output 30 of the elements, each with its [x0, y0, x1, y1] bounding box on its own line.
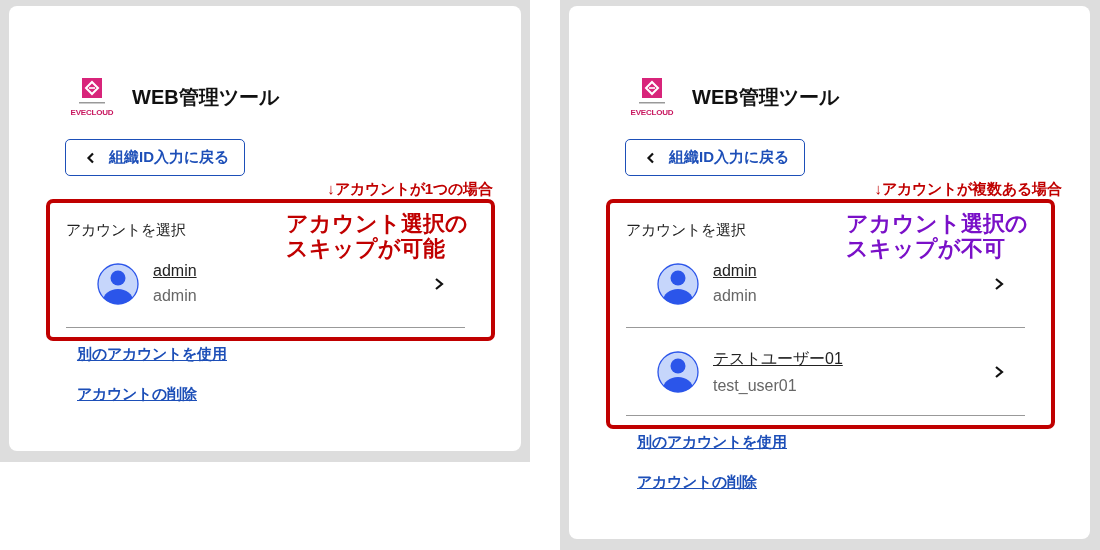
- avatar-icon: [657, 262, 699, 305]
- section-label: アカウントを選択: [66, 221, 186, 240]
- annotation-text: アカウント選択のスキップが不可: [846, 211, 1029, 262]
- logo-drawing: EVECLOUD: [68, 78, 116, 117]
- account-name[interactable]: テストユーザー01: [713, 348, 843, 370]
- account-id: test_user01: [713, 376, 797, 395]
- link[interactable]: 別のアカウントを使用: [637, 433, 787, 452]
- annotation-note: ↓アカウントが複数ある場合: [873, 180, 1062, 199]
- avatar-icon: [657, 350, 699, 393]
- app-title: WEB管理ツール: [132, 85, 279, 110]
- chevron-left-icon: [646, 151, 655, 164]
- logo-drawing: EVECLOUD: [628, 78, 676, 117]
- account-name[interactable]: admin: [153, 262, 197, 280]
- annotation-note: ↓アカウントが1つの場合: [326, 180, 493, 199]
- chevron-left-icon: [86, 151, 95, 164]
- account-name[interactable]: admin: [713, 262, 757, 280]
- chevron-right-icon: [993, 364, 1005, 379]
- account-id: admin: [153, 287, 197, 305]
- avatar-icon: [97, 262, 139, 305]
- app-title: WEB管理ツール: [692, 85, 839, 110]
- link[interactable]: 別のアカウントを使用: [77, 345, 227, 364]
- back-button[interactable]: 組織ID入力に戻る: [625, 139, 805, 176]
- back-button[interactable]: 組織ID入力に戻る: [65, 139, 245, 176]
- annotation-text: アカウント選択のスキップが可能: [286, 211, 469, 262]
- chevron-right-icon: [993, 276, 1005, 291]
- link[interactable]: アカウントの削除: [77, 385, 197, 404]
- account-id: admin: [713, 287, 757, 305]
- link[interactable]: アカウントの削除: [637, 473, 757, 492]
- section-label: アカウントを選択: [626, 221, 746, 240]
- chevron-right-icon: [433, 276, 445, 291]
